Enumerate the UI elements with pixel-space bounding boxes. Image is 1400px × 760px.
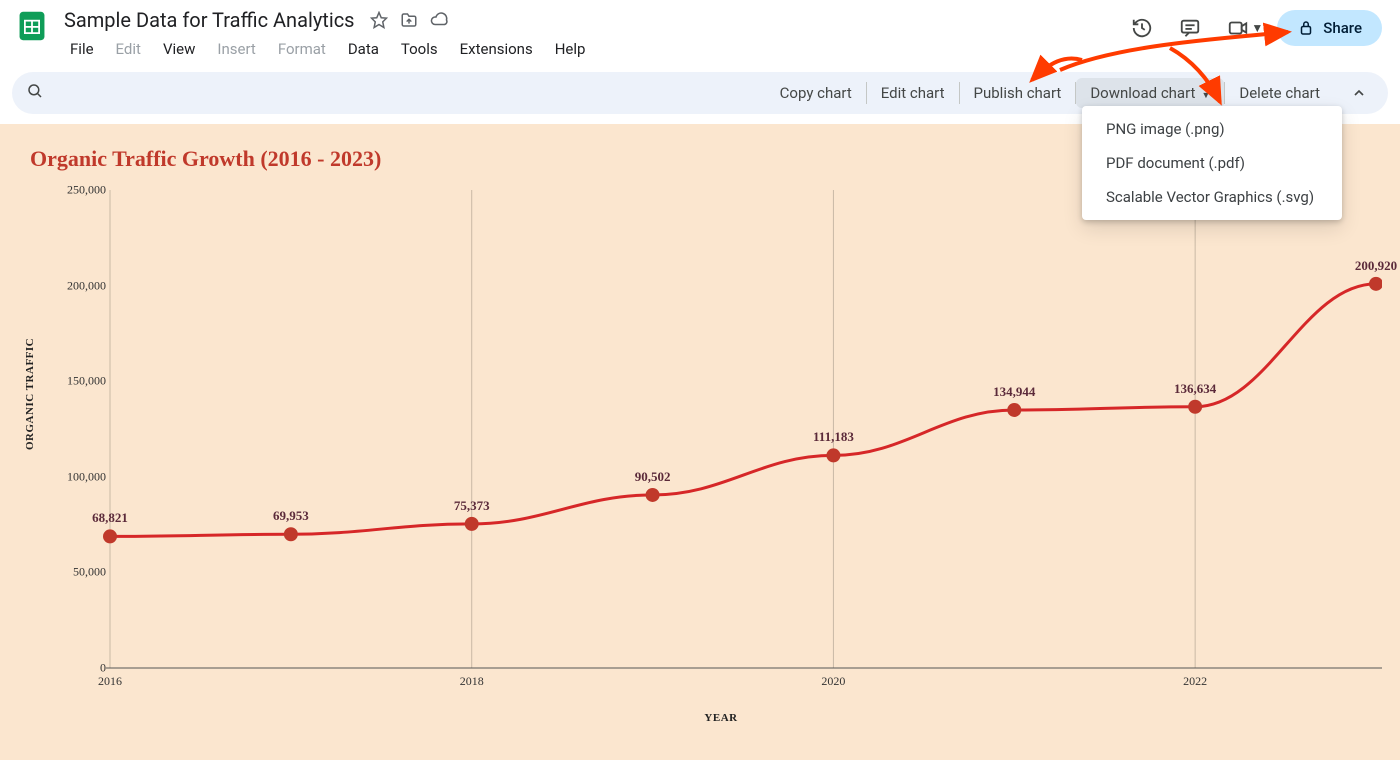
x-tick-label: 2018 xyxy=(460,674,484,689)
download-chart-button[interactable]: Download chart xyxy=(1076,78,1224,108)
copy-chart-button[interactable]: Copy chart xyxy=(766,78,866,108)
meet-icon[interactable] xyxy=(1221,11,1255,45)
cloud-status-icon[interactable] xyxy=(429,10,449,30)
download-option-svg[interactable]: Scalable Vector Graphics (.svg) xyxy=(1082,180,1342,214)
publish-chart-button[interactable]: Publish chart xyxy=(960,78,1076,108)
sheets-logo[interactable] xyxy=(12,6,52,46)
download-chart-menu: PNG image (.png)PDF document (.pdf)Scala… xyxy=(1082,106,1342,220)
x-tick-label: 2016 xyxy=(98,674,122,689)
x-axis-label: YEAR xyxy=(704,712,737,724)
menu-edit: Edit xyxy=(106,36,151,62)
menu-bar: FileEditViewInsertFormatDataToolsExtensi… xyxy=(60,36,1117,62)
data-point-label: 68,821 xyxy=(92,510,128,526)
y-tick-label: 200,000 xyxy=(46,278,106,293)
menu-extensions[interactable]: Extensions xyxy=(450,36,543,62)
data-point-label: 134,944 xyxy=(993,384,1035,400)
x-tick-label: 2022 xyxy=(1183,674,1207,689)
y-tick-label: 50,000 xyxy=(46,565,106,580)
data-point-label: 136,634 xyxy=(1174,381,1216,397)
app-header: Sample Data for Traffic Analytics FileEd… xyxy=(0,0,1400,62)
menu-data[interactable]: Data xyxy=(338,36,389,62)
edit-chart-button[interactable]: Edit chart xyxy=(867,78,959,108)
data-point-label: 75,373 xyxy=(454,498,490,514)
menu-tools[interactable]: Tools xyxy=(391,36,448,62)
star-icon[interactable] xyxy=(369,10,389,30)
download-option-png[interactable]: PNG image (.png) xyxy=(1082,112,1342,146)
doc-title-block: Sample Data for Traffic Analytics FileEd… xyxy=(60,6,1117,62)
chart-plot: ORGANIC TRAFFIC YEAR 050,000100,000150,0… xyxy=(60,190,1382,688)
menu-format: Format xyxy=(268,36,336,62)
header-right-group: ▼ Share xyxy=(1125,6,1388,46)
share-button[interactable]: Share xyxy=(1277,10,1382,46)
menu-view[interactable]: View xyxy=(153,36,205,62)
data-point-label: 69,953 xyxy=(273,508,309,524)
menu-help[interactable]: Help xyxy=(545,36,596,62)
delete-chart-button[interactable]: Delete chart xyxy=(1225,78,1334,108)
move-icon[interactable] xyxy=(399,10,419,30)
chart-title: Organic Traffic Growth (2016 - 2023) xyxy=(30,146,381,172)
data-point-label: 111,183 xyxy=(813,429,854,445)
doc-title-input[interactable]: Sample Data for Traffic Analytics xyxy=(60,6,359,34)
history-icon[interactable] xyxy=(1125,11,1159,45)
x-tick-label: 2020 xyxy=(821,674,845,689)
comments-icon[interactable] xyxy=(1173,11,1207,45)
y-tick-label: 150,000 xyxy=(46,374,106,389)
data-point-label: 200,920 xyxy=(1355,258,1397,274)
menu-file[interactable]: File xyxy=(60,36,104,62)
y-tick-label: 250,000 xyxy=(46,183,106,198)
collapse-toolbar-icon[interactable] xyxy=(1344,78,1374,108)
download-option-pdf[interactable]: PDF document (.pdf) xyxy=(1082,146,1342,180)
y-tick-label: 100,000 xyxy=(46,469,106,484)
data-point-label: 90,502 xyxy=(635,469,671,485)
menu-insert: Insert xyxy=(207,36,265,62)
search-icon[interactable] xyxy=(26,82,44,104)
y-axis-label: ORGANIC TRAFFIC xyxy=(24,338,36,450)
meet-caret-icon[interactable]: ▼ xyxy=(1251,21,1263,35)
share-button-label: Share xyxy=(1323,19,1362,37)
y-tick-label: 0 xyxy=(46,661,106,676)
